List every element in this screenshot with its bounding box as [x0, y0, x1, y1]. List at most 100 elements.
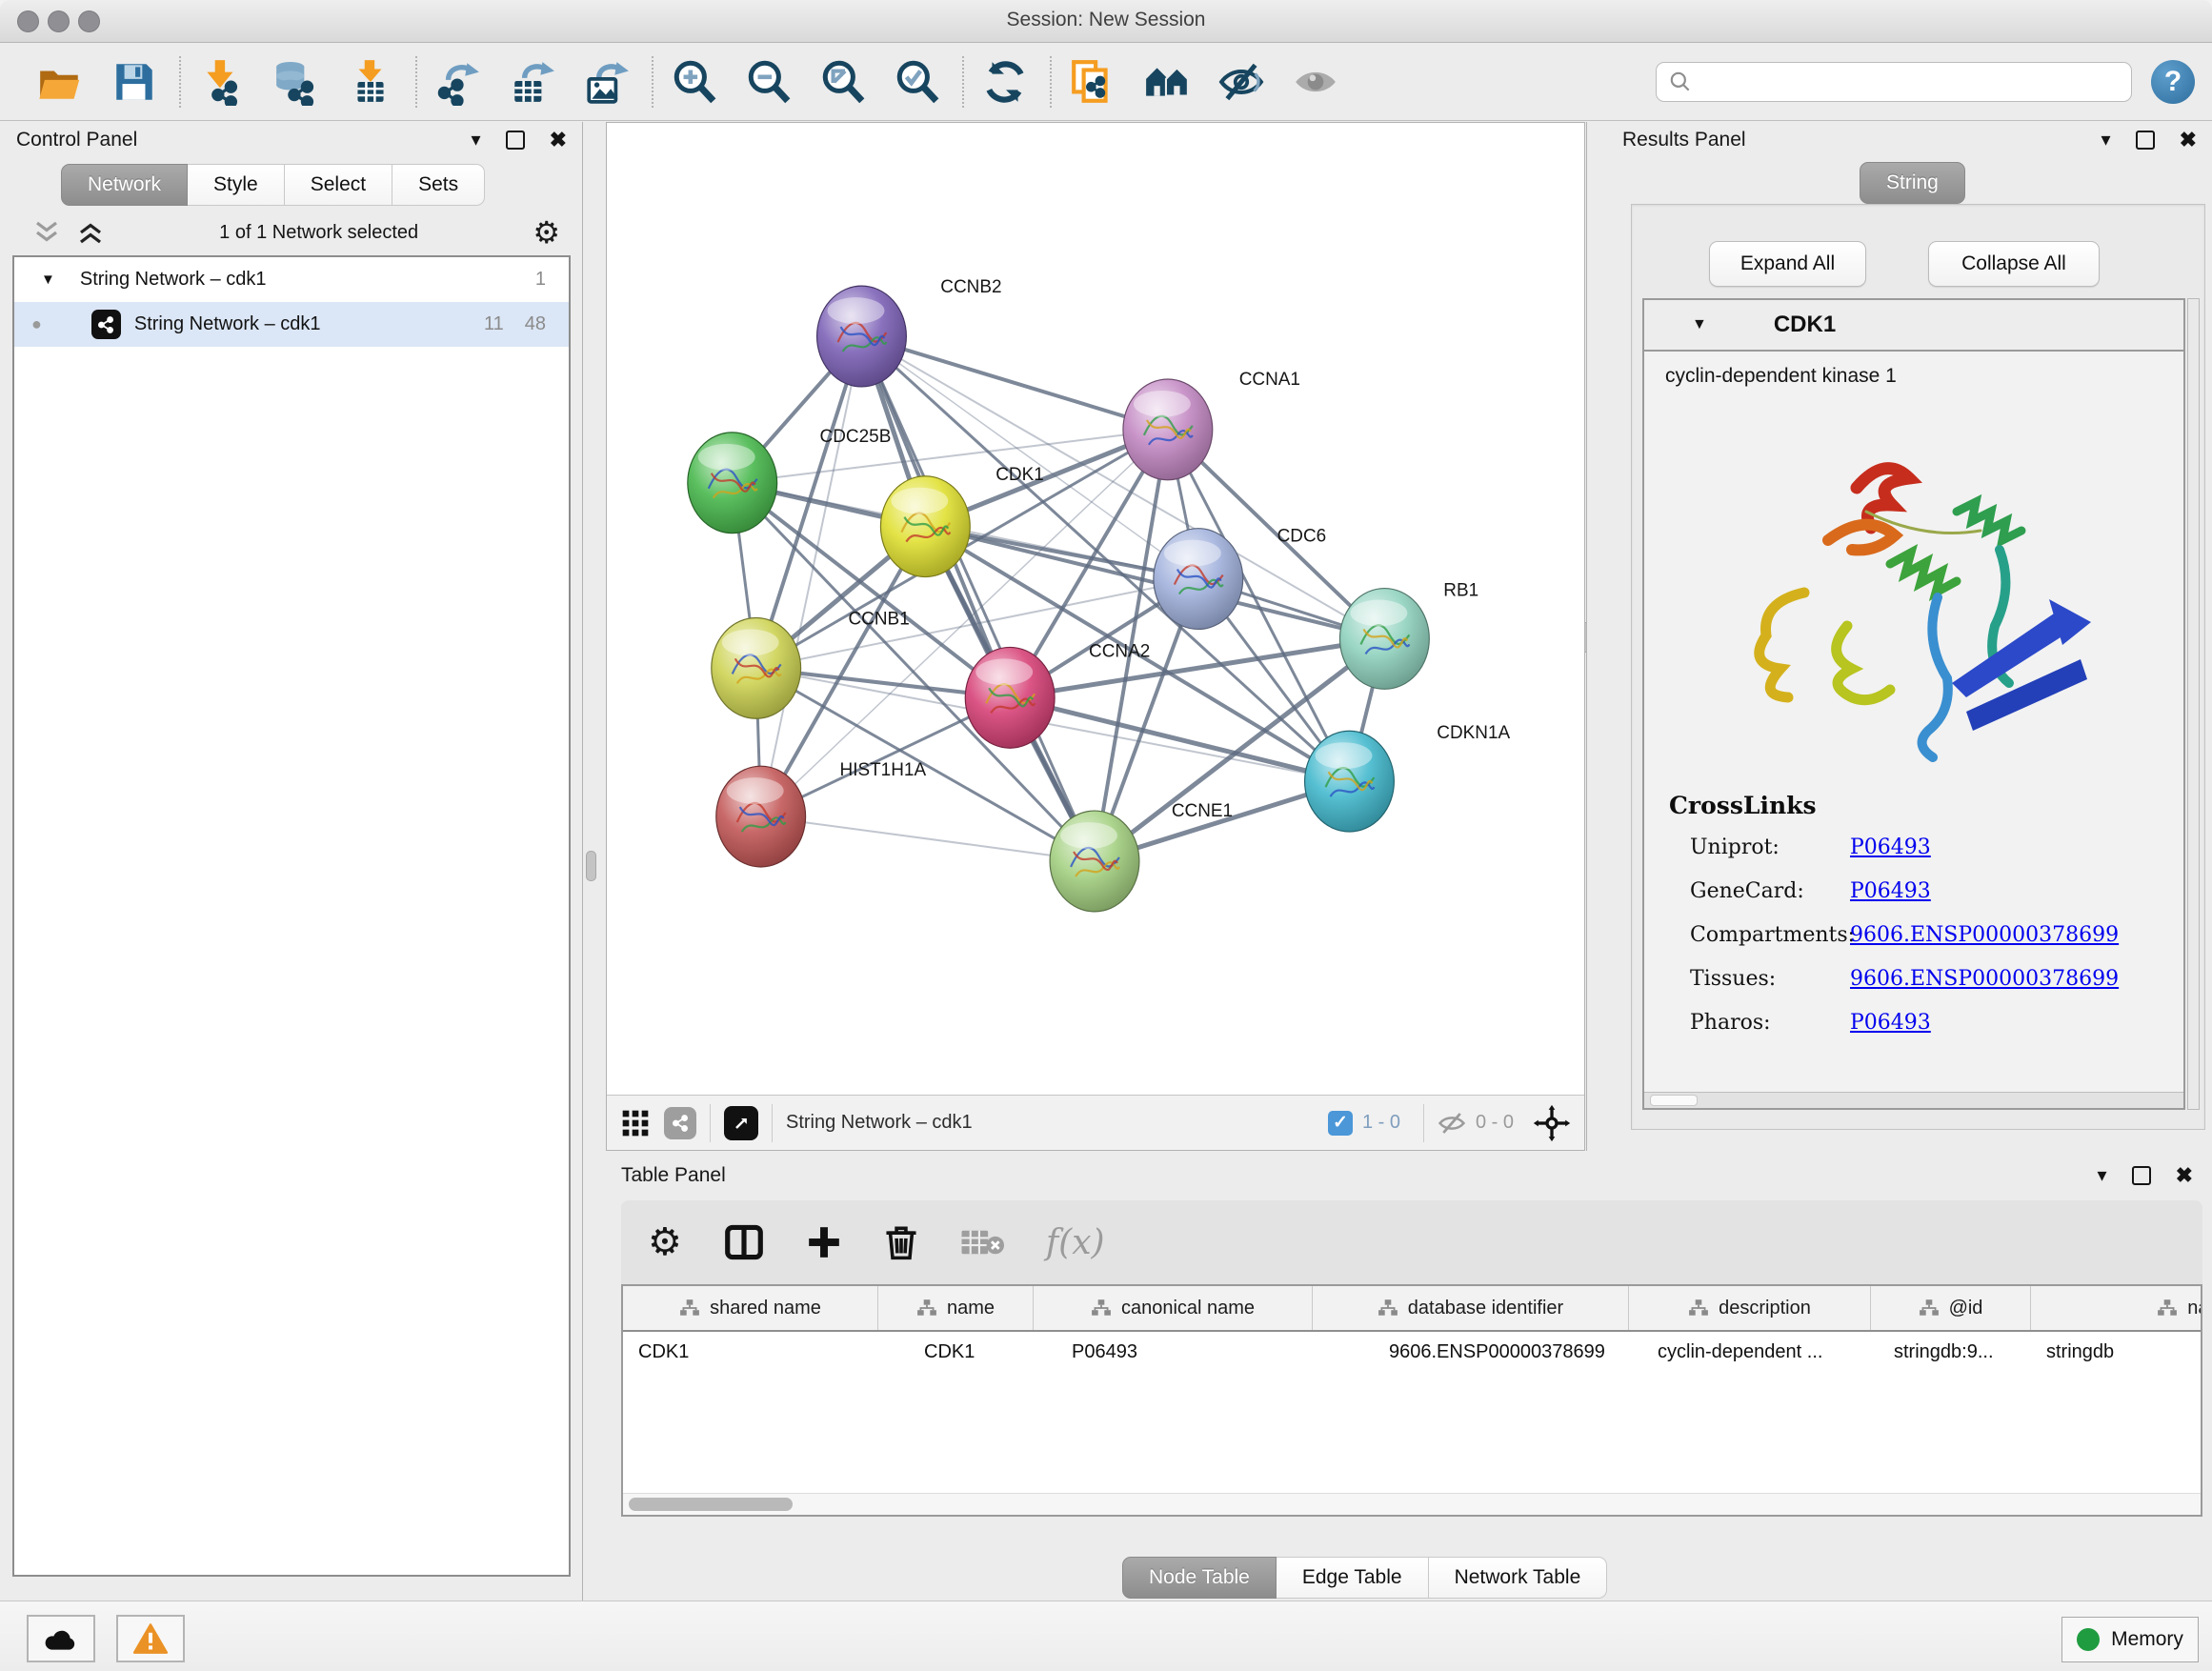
- table-row[interactable]: CDK1 CDK1 P06493 9606.ENSP00000378699 cy…: [623, 1332, 2202, 1372]
- column-header[interactable]: shared name: [623, 1286, 878, 1330]
- network-node[interactable]: CCNE1: [1050, 801, 1233, 912]
- card-horizontal-scrollbar[interactable]: [1644, 1092, 2183, 1108]
- function-builder-button[interactable]: f(x): [1046, 1223, 1105, 1262]
- column-header[interactable]: description: [1629, 1286, 1871, 1330]
- cloud-status-button[interactable]: [27, 1615, 95, 1662]
- collection-expander-icon[interactable]: ▼: [41, 272, 55, 288]
- fit-selected-crosshair-icon[interactable]: [1533, 1104, 1571, 1142]
- refresh-view-button[interactable]: [979, 54, 1031, 110]
- table-options-gear-icon[interactable]: ⚙: [648, 1220, 682, 1264]
- column-header[interactable]: @id: [1871, 1286, 2031, 1330]
- delete-column-icon[interactable]: [884, 1223, 918, 1261]
- clone-network-icon: [1069, 58, 1116, 106]
- memory-button[interactable]: Memory: [2061, 1617, 2199, 1662]
- panel-close-icon[interactable]: ✖: [2180, 130, 2197, 151]
- node-label: RB1: [1443, 581, 1478, 601]
- string-results-container: Expand All Collapse All ▼ CDK1 cyclin-de…: [1631, 204, 2205, 1130]
- tab-select[interactable]: Select: [285, 164, 392, 206]
- save-session-button[interactable]: [109, 54, 160, 110]
- hide-selected-button[interactable]: [1216, 54, 1267, 110]
- network-edge[interactable]: [1010, 697, 1349, 781]
- export-network-button[interactable]: [432, 54, 484, 110]
- tab-sets[interactable]: Sets: [392, 164, 485, 206]
- network-row[interactable]: ● String Network – cdk1 11 48: [14, 302, 569, 347]
- gene-card-header[interactable]: ▼ CDK1: [1644, 300, 2183, 352]
- search-input[interactable]: [1693, 70, 2106, 93]
- search-box[interactable]: [1656, 62, 2132, 102]
- birds-eye-view-icon[interactable]: [724, 1106, 758, 1140]
- collapse-all-networks-icon[interactable]: [32, 220, 61, 245]
- tab-string[interactable]: String: [1860, 162, 1965, 204]
- network-options-gear-icon[interactable]: ⚙: [533, 214, 560, 251]
- genecard-link[interactable]: P06493: [1850, 879, 1931, 903]
- tab-edge-table[interactable]: Edge Table: [1277, 1557, 1429, 1599]
- show-all-button[interactable]: [1290, 54, 1341, 110]
- column-header[interactable]: namespace: [2031, 1286, 2202, 1330]
- zoom-out-button[interactable]: [743, 54, 794, 110]
- network-node[interactable]: CDC25B: [688, 427, 892, 534]
- application-window: Session: New Session ? Control Panel: [0, 0, 2212, 1671]
- collapse-all-button[interactable]: Collapse All: [1928, 241, 2100, 287]
- column-header[interactable]: database identifier: [1313, 1286, 1629, 1330]
- panel-float-icon[interactable]: [2136, 131, 2155, 150]
- panel-float-icon[interactable]: [2132, 1166, 2151, 1185]
- network-edge[interactable]: [761, 430, 1168, 816]
- left-splitter-handle[interactable]: [586, 851, 596, 881]
- uniprot-link[interactable]: P06493: [1850, 836, 1931, 859]
- table-horizontal-scrollbar[interactable]: [623, 1493, 2201, 1515]
- network-node[interactable]: CDKN1A: [1305, 723, 1511, 832]
- zoom-in-button[interactable]: [669, 54, 720, 110]
- tab-style[interactable]: Style: [188, 164, 285, 206]
- attribute-tree-icon: [1919, 1299, 1940, 1318]
- show-columns-icon[interactable]: [724, 1224, 764, 1260]
- tab-network[interactable]: Network: [61, 164, 188, 206]
- panel-close-icon[interactable]: ✖: [2176, 1165, 2193, 1186]
- card-vertical-scrollbar[interactable]: [2187, 298, 2200, 1110]
- table-import-icon: [347, 58, 394, 106]
- add-column-icon[interactable]: [806, 1224, 842, 1260]
- network-edge[interactable]: [861, 336, 1167, 430]
- network-canvas[interactable]: CCNB2CCNA1CDC25BCDK1CDC6RB1CCNB1CCNA2HIS…: [607, 123, 1584, 1095]
- network-edge[interactable]: [861, 336, 1095, 861]
- network-edge[interactable]: [761, 336, 862, 816]
- zoom-in-icon: [671, 58, 718, 106]
- column-header[interactable]: name: [878, 1286, 1034, 1330]
- tab-network-table[interactable]: Network Table: [1429, 1557, 1608, 1599]
- network-share-view-icon[interactable]: [664, 1107, 696, 1139]
- network-edge[interactable]: [761, 816, 1095, 861]
- zoom-selected-button[interactable]: [892, 54, 943, 110]
- pharos-link[interactable]: P06493: [1850, 1011, 1931, 1035]
- warnings-button[interactable]: [116, 1615, 185, 1662]
- column-header[interactable]: canonical name: [1034, 1286, 1313, 1330]
- tab-node-table[interactable]: Node Table: [1122, 1557, 1277, 1599]
- grid-view-icon[interactable]: [620, 1108, 651, 1138]
- panel-collapse-icon[interactable]: ▾: [472, 131, 481, 150]
- network-node[interactable]: CDC6: [1154, 527, 1326, 630]
- help-button[interactable]: ?: [2151, 60, 2195, 104]
- export-image-button[interactable]: [581, 54, 633, 110]
- expand-all-networks-icon[interactable]: [76, 220, 105, 245]
- panel-collapse-icon[interactable]: ▾: [2098, 1166, 2107, 1185]
- network-node[interactable]: CCNA1: [1123, 370, 1300, 480]
- import-network-from-database-button[interactable]: [271, 54, 322, 110]
- import-network-button[interactable]: [196, 54, 248, 110]
- export-table-button[interactable]: [507, 54, 558, 110]
- first-neighbors-button[interactable]: [1141, 54, 1193, 110]
- gene-expander-icon[interactable]: ▼: [1692, 316, 1707, 333]
- selected-checkbox-icon[interactable]: ✓: [1328, 1111, 1353, 1136]
- open-session-button[interactable]: [34, 54, 86, 110]
- compartments-link[interactable]: 9606.ENSP00000378699: [1850, 923, 2119, 947]
- panel-collapse-icon[interactable]: ▾: [2101, 131, 2111, 150]
- tissues-link[interactable]: 9606.ENSP00000378699: [1850, 967, 2119, 991]
- network-collection-row[interactable]: ▼ String Network – cdk1 1: [14, 257, 569, 302]
- hidden-eye-icon[interactable]: [1438, 1109, 1466, 1137]
- zoom-fit-button[interactable]: [817, 54, 869, 110]
- delete-table-icon[interactable]: [960, 1226, 1004, 1258]
- network-node[interactable]: HIST1H1A: [716, 760, 927, 867]
- panel-close-icon[interactable]: ✖: [550, 130, 567, 151]
- import-table-button[interactable]: [345, 54, 396, 110]
- network-node[interactable]: RB1: [1340, 581, 1479, 690]
- panel-float-icon[interactable]: [506, 131, 525, 150]
- expand-all-button[interactable]: Expand All: [1709, 241, 1866, 287]
- clone-network-button[interactable]: [1067, 54, 1118, 110]
